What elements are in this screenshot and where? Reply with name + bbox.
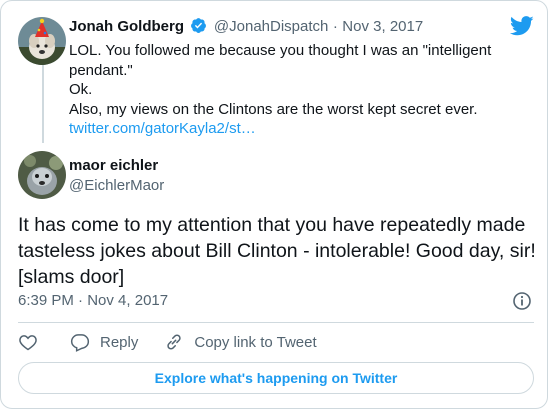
- quoted-author-avatar[interactable]: [18, 17, 66, 65]
- reply-label[interactable]: Reply: [100, 334, 138, 351]
- quoted-tweet-line: Ok.: [69, 81, 93, 98]
- copy-link-label[interactable]: Copy link to Tweet: [194, 334, 316, 351]
- quoted-tweet-body: LOL. You followed me because you thought…: [69, 41, 509, 139]
- tweet-text: It has come to my attention that you hav…: [18, 214, 536, 288]
- quoted-tweet-header: Jonah Goldberg @JonahDispatch · Nov 3, 2…: [69, 17, 423, 39]
- quoted-tweet-line: LOL. You followed me because you thought…: [69, 42, 492, 79]
- tweet-actions: Reply Copy link to Tweet: [18, 332, 343, 352]
- quoted-tweet-link[interactable]: twitter.com/gatorKayla2/st…: [69, 119, 509, 139]
- header-separator: ·: [332, 18, 338, 35]
- quoted-author-name[interactable]: Jonah Goldberg: [69, 18, 184, 35]
- quoted-author-handle[interactable]: @JonahDispatch: [214, 18, 328, 35]
- like-button[interactable]: [18, 332, 38, 352]
- heart-icon: [18, 332, 38, 352]
- thread-connector-line: [42, 65, 44, 143]
- timestamp-separator: ·: [78, 292, 84, 309]
- quoted-tweet-line: Also, my views on the Clintons are the w…: [69, 100, 478, 118]
- twitter-bird-icon[interactable]: [509, 16, 534, 41]
- reply-icon: [70, 332, 100, 352]
- embedded-tweet-card: Jonah Goldberg @JonahDispatch · Nov 3, 2…: [0, 0, 548, 409]
- explore-button[interactable]: Explore what's happening on Twitter: [18, 362, 534, 394]
- tweet-date[interactable]: Nov 4, 2017: [87, 292, 168, 309]
- verified-badge-icon: [190, 17, 207, 39]
- copy-link-button[interactable]: Copy link to Tweet: [164, 332, 317, 352]
- author-name[interactable]: maor eichler: [69, 157, 158, 174]
- tweet-timestamp[interactable]: 6:39 PM · Nov 4, 2017: [18, 292, 168, 309]
- tweet-time[interactable]: 6:39 PM: [18, 292, 74, 309]
- author-handle[interactable]: @EichlerMaor: [69, 177, 164, 194]
- reply-button[interactable]: Reply: [70, 332, 138, 352]
- quoted-tweet-date[interactable]: Nov 3, 2017: [342, 18, 423, 35]
- info-icon[interactable]: [512, 291, 532, 316]
- author-avatar[interactable]: [18, 151, 66, 199]
- actions-divider: [18, 322, 534, 323]
- link-icon: [164, 332, 194, 352]
